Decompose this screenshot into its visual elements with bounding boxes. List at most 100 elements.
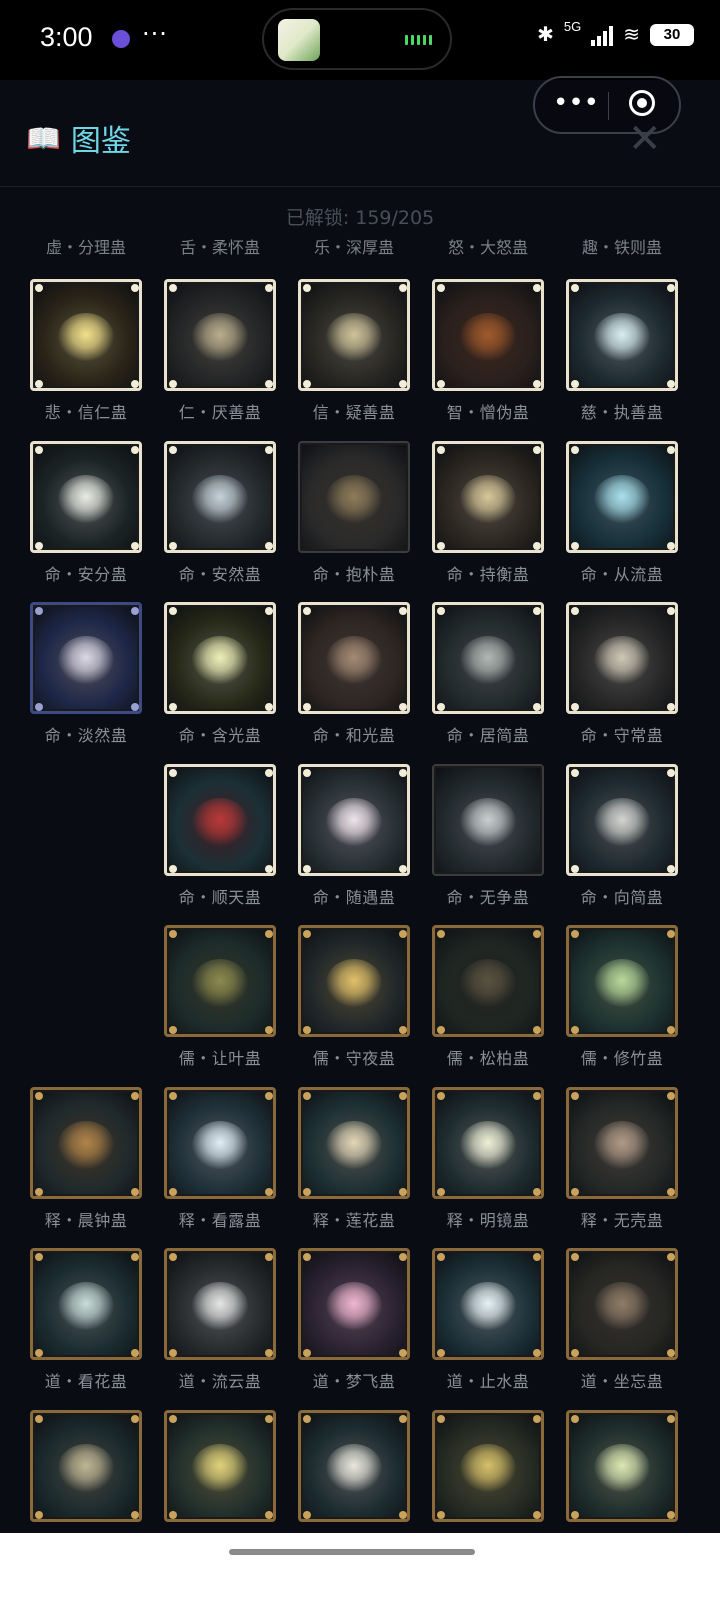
creature-figure: [192, 636, 248, 685]
collection-card[interactable]: 俗・绿衣蛊: [566, 1409, 678, 1554]
collection-card[interactable]: 悲・信仁蛊: [30, 279, 142, 423]
frame-ornament: [437, 607, 445, 615]
frame-ornament: [35, 1187, 43, 1196]
creature-image: [432, 763, 544, 876]
collection-card[interactable]: 释・晨钟蛊: [30, 1086, 142, 1231]
frame-ornament: [667, 1187, 675, 1196]
frame-ornament: [437, 930, 445, 938]
frame-ornament: [667, 541, 675, 550]
status-indicators: ✱ 5G ≋ 30: [537, 19, 694, 47]
collection-card[interactable]: 俗・凯风蛊: [432, 1409, 544, 1554]
collection-card[interactable]: 命・淡然蛊: [30, 602, 142, 746]
bluetooth-icon: ✱: [537, 24, 554, 46]
creature-image: [30, 279, 142, 391]
collection-card[interactable]: 命・随遇蛊: [298, 763, 410, 908]
creature-image: [164, 279, 276, 391]
frame-ornament: [303, 768, 311, 777]
frame-ornament: [35, 703, 43, 711]
collection-card[interactable]: 俗・衡门蛊: [30, 1409, 142, 1554]
collection-card[interactable]: 命・持衡蛊: [432, 440, 544, 585]
collection-card[interactable]: 命・居简蛊: [432, 602, 544, 746]
home-indicator[interactable]: [229, 1549, 475, 1555]
frame-ornament: [437, 1414, 445, 1423]
frame-ornament: [571, 1510, 579, 1519]
frame-ornament: [571, 541, 579, 550]
creature-image: [164, 925, 276, 1037]
collection-card[interactable]: 释・无壳蛊: [566, 1086, 678, 1231]
frame-ornament: [437, 445, 445, 454]
frame-ornament: [533, 541, 541, 550]
collection-card[interactable]: 俗・静女蛊: [298, 1409, 410, 1554]
frame-ornament: [533, 1253, 541, 1261]
collection-card[interactable]: 俗・薪菜蛊: [164, 1409, 276, 1554]
frame-ornament: [265, 930, 273, 938]
frame-ornament: [399, 1510, 407, 1519]
collection-card[interactable]: 道・止水蛊: [432, 1248, 544, 1392]
dynamic-island[interactable]: [262, 8, 452, 70]
frame-ornament: [169, 541, 177, 550]
frame-ornament: [667, 1510, 675, 1519]
collection-card[interactable]: 命・安分蛊: [30, 440, 142, 585]
frame-ornament: [303, 864, 311, 873]
collection-card[interactable]: 仁・厌善蛊: [164, 279, 276, 423]
collection-card[interactable]: 命・顺天蛊: [164, 763, 276, 908]
collection-card[interactable]: 命・抱朴蛊: [298, 440, 410, 585]
frame-ornament: [667, 1253, 675, 1261]
close-miniprogram-icon[interactable]: [629, 90, 655, 116]
creature-figure: [460, 1282, 516, 1331]
collection-card[interactable]: 命・守常蛊: [566, 602, 678, 746]
frame-ornament: [399, 1414, 407, 1423]
collection-card[interactable]: 道・流云蛊: [164, 1248, 276, 1392]
frame-ornament: [437, 380, 445, 388]
collection-card[interactable]: 命・安然蛊: [164, 440, 276, 585]
frame-ornament: [571, 380, 579, 388]
frame-ornament: [131, 703, 139, 711]
creature-image: [566, 1248, 678, 1360]
creature-figure: [326, 474, 382, 523]
creature-image: [30, 602, 142, 714]
collection-card[interactable]: 命・从流蛊: [566, 440, 678, 585]
collection-card[interactable]: 慈・执善蛊: [566, 279, 678, 423]
frame-ornament: [35, 1510, 43, 1519]
collection-card[interactable]: 道・坐忘蛊: [566, 1248, 678, 1392]
frame-ornament: [265, 703, 273, 711]
collection-card[interactable]: 命・无争蛊: [432, 763, 544, 908]
collection-card[interactable]: 命・含光蛊: [164, 602, 276, 746]
creature-image: [432, 1248, 544, 1360]
creature-image: [164, 1248, 276, 1360]
collection-card[interactable]: 道・梦飞蛊: [298, 1248, 410, 1392]
frame-ornament: [131, 1187, 139, 1196]
collection-card[interactable]: 儒・修竹蛊: [566, 925, 678, 1069]
frame-ornament: [131, 1510, 139, 1519]
frame-ornament: [571, 1349, 579, 1357]
frame-ornament: [437, 1091, 445, 1100]
collection-card[interactable]: 道・看花蛊: [30, 1248, 142, 1392]
creature-name: 释・看露蛊: [178, 1210, 262, 1230]
creature-figure: [594, 1443, 650, 1492]
frame-ornament: [533, 703, 541, 711]
collection-card[interactable]: 儒・让叶蛊: [164, 925, 276, 1069]
cellular-signal-icon: [591, 24, 614, 46]
collection-card[interactable]: 儒・守夜蛊: [298, 925, 410, 1069]
close-icon[interactable]: ✕: [628, 116, 662, 162]
collection-card[interactable]: 命・和光蛊: [298, 602, 410, 746]
partial-label: 虚・分理蛊: [45, 238, 126, 257]
frame-ornament: [169, 607, 177, 615]
creature-name: 儒・松柏蛊: [446, 1049, 530, 1068]
menu-dots-icon[interactable]: •••: [553, 88, 599, 118]
frame-ornament: [533, 1349, 541, 1357]
collection-card[interactable]: 释・看露蛊: [164, 1086, 276, 1231]
collection-card[interactable]: 信・疑善蛊: [298, 279, 410, 423]
collection-card[interactable]: 命・向简蛊: [566, 763, 678, 908]
frame-ornament: [265, 1253, 273, 1261]
creature-figure: [460, 636, 516, 685]
frame-ornament: [399, 380, 407, 388]
collection-card[interactable]: 智・憎伪蛊: [432, 279, 544, 423]
collection-card[interactable]: 释・莲花蛊: [298, 1086, 410, 1231]
frame-ornament: [35, 1091, 43, 1100]
frame-ornament: [571, 607, 579, 615]
collection-card[interactable]: 释・明镜蛊: [432, 1086, 544, 1231]
collection-card[interactable]: 儒・松柏蛊: [432, 925, 544, 1069]
creature-figure: [58, 636, 114, 685]
frame-ornament: [667, 1349, 675, 1357]
